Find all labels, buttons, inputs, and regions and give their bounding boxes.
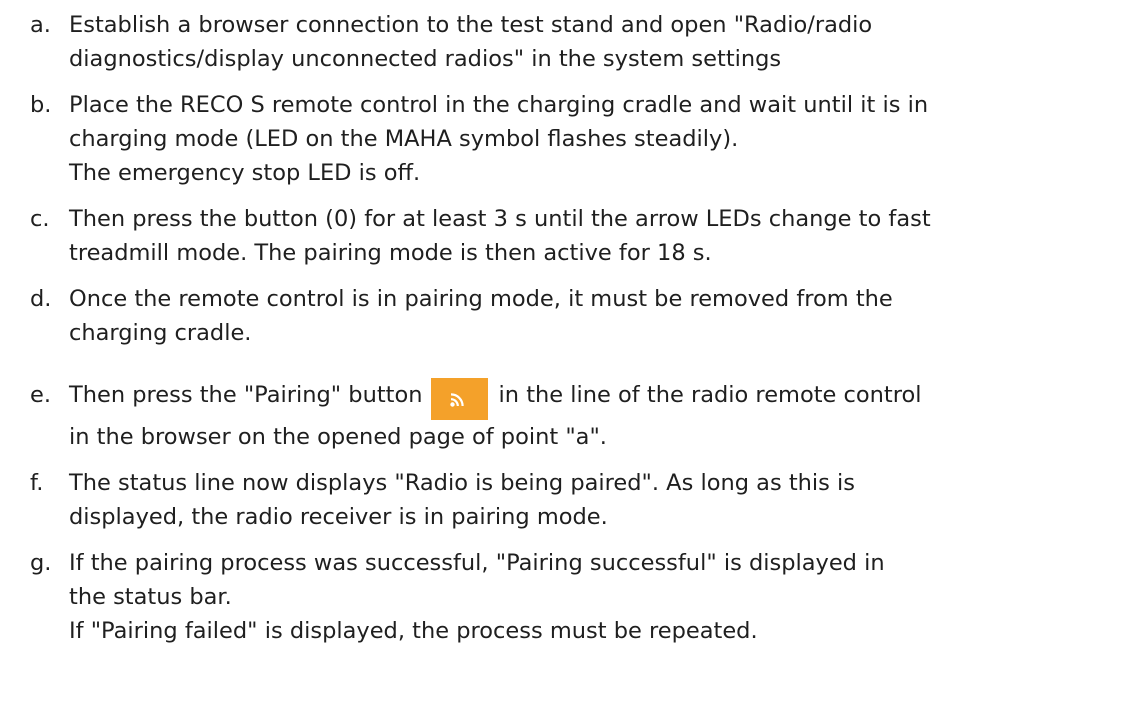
step-letter: f. <box>30 470 44 496</box>
instruction-steps: a. Establish a browser connection to the… <box>30 8 1140 648</box>
step-text: If the pairing process was successful, "… <box>69 546 1140 648</box>
step-line: If the pairing process was successful, "… <box>69 550 885 576</box>
step-a: a. Establish a browser connection to the… <box>30 8 1140 76</box>
step-line: If "Pairing failed" is displayed, the pr… <box>69 618 758 644</box>
step-letter: d. <box>30 286 52 312</box>
step-letter: g. <box>30 550 52 576</box>
step-d: d. Once the remote control is in pairing… <box>30 282 1140 350</box>
step-line: in the browser on the opened page of poi… <box>69 424 607 450</box>
step-text: Then press the button (0) for at least 3… <box>69 202 1140 270</box>
step-line: Then press the button (0) for at least 3… <box>69 206 931 232</box>
step-line: diagnostics/display unconnected radios" … <box>69 46 782 72</box>
step-line: charging mode (LED on the MAHA symbol fl… <box>69 126 739 152</box>
step-text: Place the RECO S remote control in the c… <box>69 88 1140 190</box>
rss-feed-icon <box>430 378 488 420</box>
step-line: The emergency stop LED is off. <box>69 160 421 186</box>
step-line: Once the remote control is in pairing mo… <box>69 286 893 312</box>
step-line: The status line now displays "Radio is b… <box>69 470 855 496</box>
step-letter: c. <box>30 206 50 232</box>
step-line: displayed, the radio receiver is in pair… <box>69 504 608 530</box>
step-text: Then press the "Pairing" button in the l… <box>69 378 1140 454</box>
step-line: Establish a browser connection to the te… <box>69 12 873 38</box>
step-text: Once the remote control is in pairing mo… <box>69 282 1140 350</box>
step-line-end: in the line of the radio remote control <box>498 382 922 408</box>
step-f: f. The status line now displays "Radio i… <box>30 466 1140 534</box>
step-text: Establish a browser connection to the te… <box>69 8 1140 76</box>
step-letter: b. <box>30 92 52 118</box>
step-line: the status bar. <box>69 584 232 610</box>
step-letter: e. <box>30 382 51 408</box>
step-b: b. Place the RECO S remote control in th… <box>30 88 1140 190</box>
step-text: The status line now displays "Radio is b… <box>69 466 1140 534</box>
step-letter: a. <box>30 12 51 38</box>
step-e: e. Then press the "Pairing" button in th… <box>30 378 1140 454</box>
step-line: Place the RECO S remote control in the c… <box>69 92 929 118</box>
step-line: charging cradle. <box>69 320 252 346</box>
step-line: treadmill mode. The pairing mode is then… <box>69 240 712 266</box>
step-c: c. Then press the button (0) for at leas… <box>30 202 1140 270</box>
step-line: Then press the "Pairing" button in the l… <box>69 378 1140 420</box>
step-line-start: Then press the "Pairing" button <box>69 382 423 408</box>
step-g: g. If the pairing process was successful… <box>30 546 1140 648</box>
